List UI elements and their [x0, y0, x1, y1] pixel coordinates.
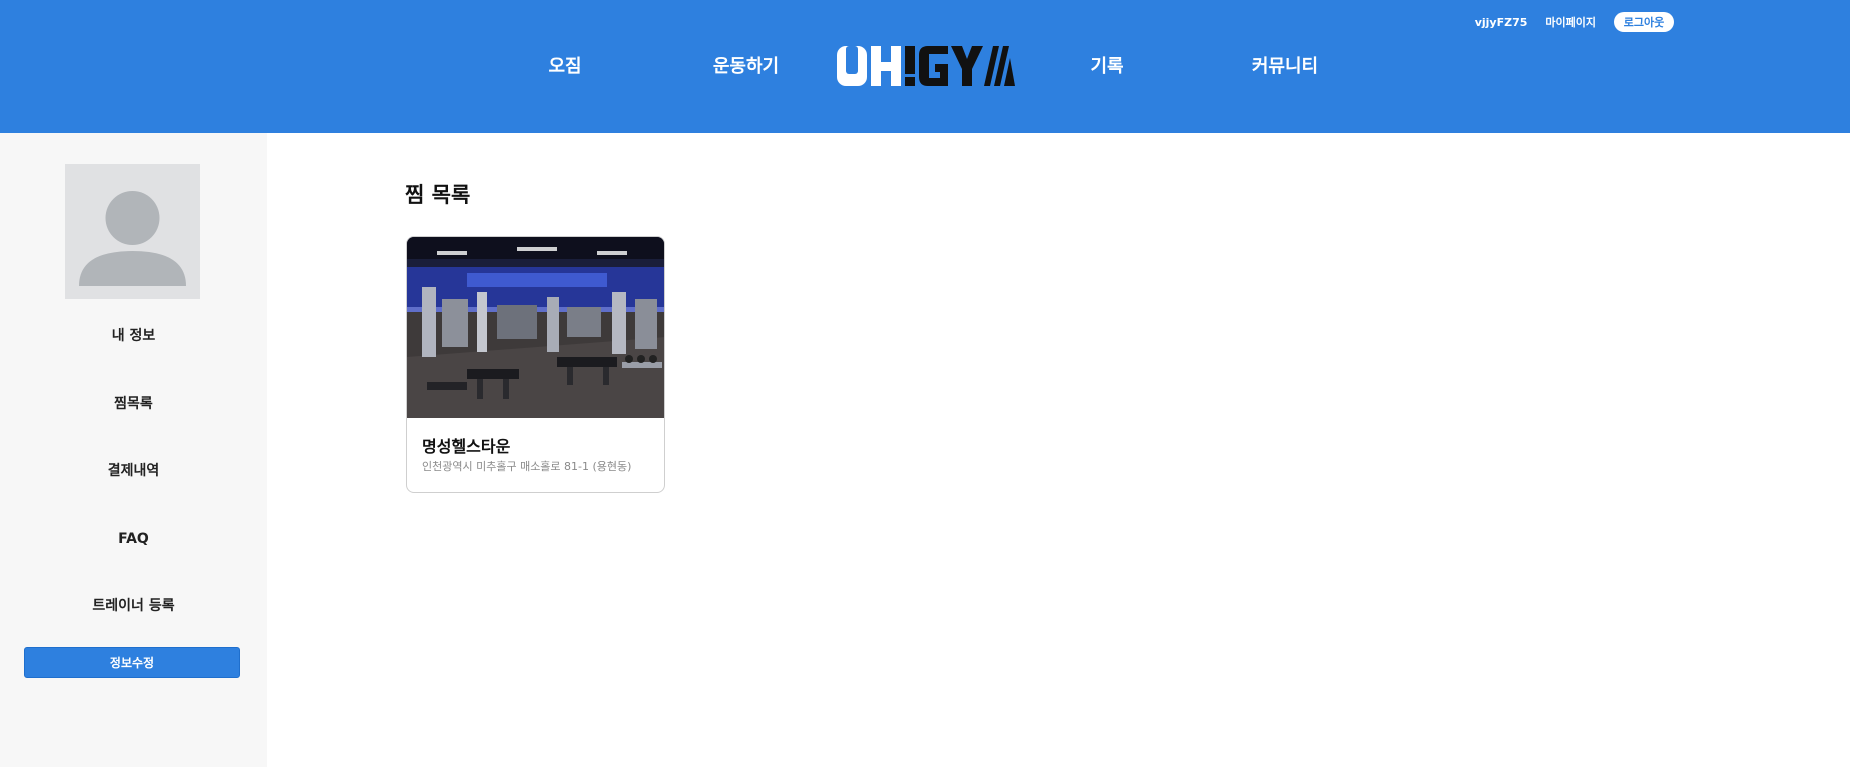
mypage-link[interactable]: 마이페이지 [1545, 14, 1596, 30]
gym-address: 인천광역시 미추홀구 매소홀로 81-1 (용현동) [422, 460, 632, 473]
nav-ojim[interactable]: 오짐 [545, 52, 585, 78]
edit-info-button[interactable]: 정보수정 [24, 647, 240, 678]
nav-community[interactable]: 커뮤니티 [1246, 52, 1324, 78]
user-bar: vjjyFZ75 마이페이지 로그아웃 [1475, 12, 1674, 32]
top-header: vjjyFZ75 마이페이지 로그아웃 오짐 운동하기 기록 커뮤니티 [0, 0, 1850, 133]
sidebar-item-trainer-register[interactable]: 트레이너 등록 [0, 596, 267, 616]
nav-workout[interactable]: 운동하기 [705, 52, 787, 78]
gym-photo [407, 237, 664, 418]
ohgym-logo-mark [837, 46, 1015, 86]
sidebar-item-wishlist[interactable]: 찜목록 [0, 394, 267, 414]
mypage-sidebar: 내 정보 찜목록 결제내역 FAQ 트레이너 등록 정보수정 [0, 133, 267, 767]
default-user-avatar-icon [65, 164, 200, 299]
gym-interior-image [407, 237, 664, 418]
sidebar-item-payments[interactable]: 결제내역 [0, 461, 267, 481]
ohgym-logo[interactable] [836, 44, 1016, 88]
user-id: vjjyFZ75 [1474, 15, 1528, 29]
gym-name: 명성헬스타운 [422, 437, 511, 456]
page-title: 찜 목록 [405, 183, 471, 207]
nav-record[interactable]: 기록 [1087, 52, 1127, 78]
avatar [65, 164, 200, 299]
wishlist-card[interactable]: 명성헬스타운 인천광역시 미추홀구 매소홀로 81-1 (용현동) [406, 236, 665, 493]
logout-button[interactable]: 로그아웃 [1614, 12, 1674, 32]
sidebar-item-my-info[interactable]: 내 정보 [0, 326, 267, 346]
sidebar-item-faq[interactable]: FAQ [0, 529, 267, 549]
